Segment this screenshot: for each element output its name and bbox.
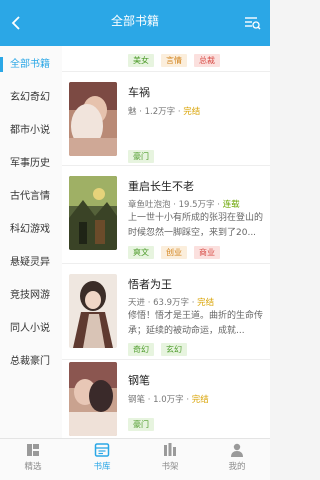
sidebar-item-mystery[interactable]: 悬疑灵异 — [0, 248, 62, 277]
sidebar-item-ancient-romance[interactable]: 古代言情 — [0, 182, 62, 211]
tab-library[interactable]: 书库 — [82, 442, 122, 472]
book-tag: 爽文 — [128, 246, 154, 259]
book-cover — [69, 274, 117, 348]
book-tag: 玄幻 — [161, 343, 187, 356]
book-tag: 豪门 — [128, 150, 154, 163]
book-description: 修悟！悟才是王道。曲折的生命传承；延续的被动命运，成就... — [128, 311, 264, 336]
book-meta: 天进 · 63.9万字 · 完结 — [128, 298, 215, 308]
book-title: 车祸 — [128, 86, 150, 99]
tab-label: 精选 — [24, 462, 42, 472]
book-tag: 奇幻 — [128, 343, 154, 356]
list-item[interactable]: 钢笔 钢笔 · 1.0万字 · 完结 豪门 — [62, 360, 270, 438]
tab-label: 书库 — [93, 462, 111, 472]
book-meta: 钢笔 · 1.0万字 · 完结 — [128, 395, 209, 405]
sidebar-item-scifi-games[interactable]: 科幻游戏 — [0, 215, 62, 244]
book-list: 美女 言情 总裁 车祸 魅 · 1.2万字 · 完结 豪门 重启长生不老 章鱼吐… — [62, 46, 270, 438]
filter-list-icon[interactable] — [242, 13, 262, 33]
page-title: 全部书籍 — [110, 14, 159, 28]
sidebar-item-military-history[interactable]: 军事历史 — [0, 149, 62, 178]
book-title: 悟者为王 — [128, 278, 172, 291]
sidebar-item-esports[interactable]: 竞技网游 — [0, 281, 62, 310]
list-item[interactable]: 美女 言情 总裁 — [62, 46, 270, 72]
sidebar-item-urban[interactable]: 都市小说 — [0, 116, 62, 145]
library-icon — [94, 443, 110, 457]
sidebar-item-ceo-romance[interactable]: 总裁豪门 — [0, 347, 62, 376]
bottom-tab-bar: 精选 书库 书架 我的 — [0, 438, 270, 480]
tab-bookshelf[interactable]: 书架 — [150, 442, 190, 472]
book-tag: 言情 — [161, 54, 187, 67]
book-title: 重启长生不老 — [128, 180, 194, 193]
book-meta: 章鱼吐泡泡 · 19.5万字 · 连载 — [128, 200, 240, 210]
list-item[interactable]: 重启长生不老 章鱼吐泡泡 · 19.5万字 · 连载 上一世十小有所成的张羽在登… — [62, 166, 270, 264]
book-cover — [69, 176, 117, 250]
sidebar-item-all-books[interactable]: 全部书籍 — [0, 50, 62, 79]
profile-icon — [231, 443, 243, 457]
featured-icon — [27, 444, 39, 456]
sidebar-item-fanfic[interactable]: 同人小说 — [0, 314, 62, 343]
book-tag: 美女 — [128, 54, 154, 67]
list-item[interactable]: 车祸 魅 · 1.2万字 · 完结 豪门 — [62, 72, 270, 166]
book-cover — [69, 82, 117, 156]
book-description: 上一世十小有所成的张羽在登山的时候忽然一脚踩空，来到了20... — [128, 213, 264, 238]
sidebar-item-xuanhuan[interactable]: 玄幻奇幻 — [0, 83, 62, 112]
book-meta: 魅 · 1.2万字 · 完结 — [128, 107, 201, 117]
book-tag: 创业 — [161, 246, 187, 259]
book-cover — [69, 362, 117, 436]
category-sidebar: 全部书籍 玄幻奇幻 都市小说 军事历史 古代言情 科幻游戏 悬疑灵异 竞技网游 … — [0, 46, 62, 438]
book-tag: 总裁 — [194, 54, 220, 67]
top-bar: 全部书籍 — [0, 0, 270, 46]
tab-featured[interactable]: 精选 — [13, 442, 53, 472]
tab-label: 书架 — [161, 462, 179, 472]
tab-label: 我的 — [228, 462, 246, 472]
book-tag: 商业 — [194, 246, 220, 259]
book-title: 钢笔 — [128, 374, 150, 387]
book-tag: 豪门 — [128, 418, 154, 431]
tab-profile[interactable]: 我的 — [217, 442, 257, 472]
list-item[interactable]: 悟者为王 天进 · 63.9万字 · 完结 修悟！悟才是王道。曲折的生命传承；延… — [62, 264, 270, 360]
bookshelf-icon — [164, 443, 176, 456]
